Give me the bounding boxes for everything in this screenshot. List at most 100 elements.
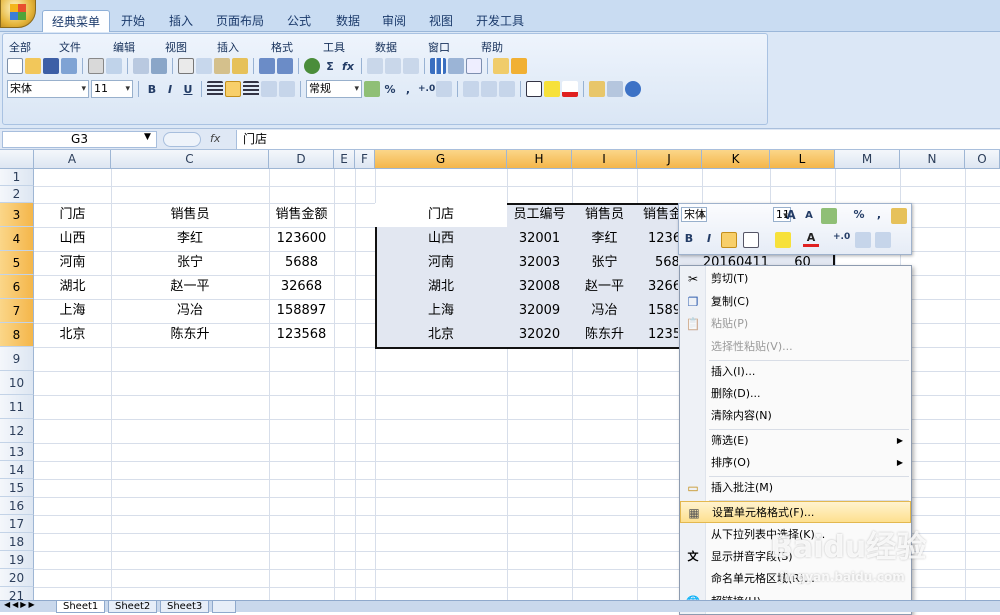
orientation-icon[interactable]	[499, 81, 515, 97]
hyperlink-icon[interactable]	[304, 58, 320, 74]
cell-j8[interactable]: 1235	[637, 323, 678, 347]
menu-format[interactable]: 格式	[271, 39, 293, 55]
help-icon[interactable]	[625, 81, 641, 97]
tab-formulas[interactable]: 公式	[278, 10, 320, 32]
menu-item-paste[interactable]: 📋 粘贴(P)	[680, 313, 911, 335]
percent-button[interactable]: %	[382, 83, 398, 96]
formula-input[interactable]: 门店	[236, 130, 1000, 149]
menu-item-copy[interactable]: ❐ 复制(C)	[680, 291, 911, 313]
mini-decrease-decimal-icon[interactable]	[855, 232, 871, 248]
cell-a5[interactable]: 河南	[34, 251, 111, 275]
research-icon[interactable]	[151, 58, 167, 74]
cell-d8[interactable]: 123568	[269, 323, 334, 347]
mini-currency-icon[interactable]	[821, 208, 837, 224]
align-center-icon[interactable]	[225, 81, 241, 97]
menu-item-cut[interactable]: ✂ 剪切(T)	[680, 268, 911, 290]
cell-h5[interactable]: 32003	[507, 251, 572, 275]
menu-edit[interactable]: 编辑	[113, 39, 135, 55]
row-header-21[interactable]: 21	[0, 587, 34, 600]
diamond-icon[interactable]	[511, 58, 527, 74]
cell-h7[interactable]: 32009	[507, 299, 572, 323]
copy-icon[interactable]	[196, 58, 212, 74]
menu-window[interactable]: 窗口	[428, 39, 450, 55]
col-header-m[interactable]: M	[835, 150, 900, 169]
drawing-icon[interactable]	[448, 58, 464, 74]
undo-icon[interactable]	[259, 58, 275, 74]
col-header-o[interactable]: O	[965, 150, 1000, 169]
sheet-tab-1[interactable]: Sheet1	[56, 601, 106, 613]
bold-button[interactable]: B	[144, 83, 160, 96]
font-name-select[interactable]: 宋体	[7, 80, 89, 98]
menu-tools[interactable]: 工具	[323, 39, 345, 55]
row-header-16[interactable]: 16	[0, 497, 34, 515]
sheet-tab-2[interactable]: Sheet2	[108, 601, 158, 613]
cell-c6[interactable]: 赵一平	[111, 275, 269, 299]
cell-j6[interactable]: 3266	[637, 275, 678, 299]
save-icon[interactable]	[43, 58, 59, 74]
mini-format-painter-icon[interactable]	[891, 208, 907, 224]
menu-view[interactable]: 视图	[165, 39, 187, 55]
col-header-k[interactable]: K	[702, 150, 770, 169]
paste-icon[interactable]	[214, 58, 230, 74]
cell-c5[interactable]: 张宁	[111, 251, 269, 275]
cell-a7[interactable]: 上海	[34, 299, 111, 323]
office-button[interactable]	[0, 0, 36, 28]
chart-icon[interactable]	[430, 58, 446, 74]
cell-j7[interactable]: 1589	[637, 299, 678, 323]
mini-borders-icon[interactable]	[743, 232, 759, 248]
tab-insert[interactable]: 插入	[160, 10, 202, 32]
cell-j5[interactable]: 5688	[637, 251, 678, 275]
tab-home[interactable]: 开始	[112, 10, 154, 32]
col-header-j[interactable]: J	[637, 150, 702, 169]
menu-insert[interactable]: 插入	[217, 39, 239, 55]
menu-all[interactable]: 全部	[9, 39, 31, 55]
row-header-10[interactable]: 10	[0, 371, 34, 395]
autosum-icon[interactable]: Σ	[322, 60, 338, 73]
sheet-nav-arrows-icon[interactable]: ◀◀▶▶	[4, 600, 37, 609]
row-header-8[interactable]: 8	[0, 323, 34, 347]
font-size-select[interactable]: 11	[91, 80, 133, 98]
mini-merge-icon[interactable]	[875, 232, 891, 248]
cell-g7[interactable]: 上海	[375, 299, 507, 323]
cell-g5[interactable]: 河南	[375, 251, 507, 275]
cell-d5[interactable]: 5688	[269, 251, 334, 275]
col-header-l[interactable]: L	[770, 150, 835, 169]
cell-h6[interactable]: 32008	[507, 275, 572, 299]
permission-icon[interactable]	[61, 58, 77, 74]
mini-comma-button[interactable]: ,	[871, 208, 887, 221]
menu-item-sort[interactable]: 排序(O) ▶	[680, 452, 911, 474]
decrease-indent-icon[interactable]	[463, 81, 479, 97]
menu-data[interactable]: 数据	[375, 39, 397, 55]
cell-g3[interactable]: 门店	[375, 203, 507, 227]
decrease-decimal-icon[interactable]	[436, 81, 452, 97]
cell-i7[interactable]: 冯冶	[572, 299, 637, 323]
row-header-2[interactable]: 2	[0, 186, 34, 203]
format-painter-icon[interactable]	[232, 58, 248, 74]
mini-bold-button[interactable]: B	[681, 232, 697, 245]
row-header-17[interactable]: 17	[0, 515, 34, 533]
borders-icon[interactable]	[526, 81, 542, 97]
cell-i5[interactable]: 张宁	[572, 251, 637, 275]
row-header-14[interactable]: 14	[0, 461, 34, 479]
menu-item-filter[interactable]: 筛选(E) ▶	[680, 430, 911, 452]
cell-c7[interactable]: 冯冶	[111, 299, 269, 323]
tab-review[interactable]: 审阅	[373, 10, 415, 32]
col-header-i[interactable]: I	[572, 150, 637, 169]
spell-check-icon[interactable]	[133, 58, 149, 74]
cell-c3[interactable]: 销售员	[111, 203, 269, 227]
row-header-12[interactable]: 12	[0, 419, 34, 443]
mini-increase-decimal-button[interactable]: +.0	[833, 232, 850, 242]
col-header-n[interactable]: N	[900, 150, 965, 169]
menu-item-clear-contents[interactable]: 清除内容(N)	[680, 405, 911, 427]
sort-asc-icon[interactable]	[367, 58, 383, 74]
menu-item-insert-comment[interactable]: ▭ 插入批注(M)	[680, 477, 911, 499]
increase-indent-icon[interactable]	[481, 81, 497, 97]
cell-j4[interactable]: 1236	[637, 227, 678, 251]
col-header-c[interactable]: C	[111, 150, 269, 169]
redo-icon[interactable]	[277, 58, 293, 74]
cell-i3[interactable]: 销售员	[572, 203, 637, 227]
cell-a6[interactable]: 湖北	[34, 275, 111, 299]
cell-c8[interactable]: 陈东升	[111, 323, 269, 347]
print-icon[interactable]	[88, 58, 104, 74]
col-header-h[interactable]: H	[507, 150, 572, 169]
